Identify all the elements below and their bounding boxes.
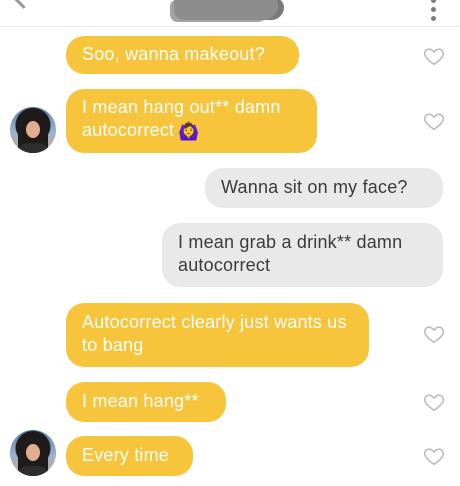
heart-icon[interactable] [423,323,445,345]
message-bubble[interactable]: I mean hang** [66,382,226,422]
message-bubble[interactable]: Every time [66,436,193,476]
message-text: Every time [82,445,170,465]
heart-icon[interactable] [423,445,445,467]
message-bubble[interactable]: Soo, wanna makeout? [66,36,299,74]
more-options-icon[interactable] [431,0,437,21]
heart-icon[interactable] [423,391,445,413]
contact-avatar[interactable] [10,107,56,153]
back-chevron-icon[interactable] [10,0,37,9]
message-text: Wanna sit on my face? [221,177,408,197]
contact-avatar[interactable] [10,430,56,476]
message-bubble[interactable]: I mean grab a drink** damn autocorrect [162,223,443,287]
message-bubble[interactable]: Autocorrect clearly just wants us to ban… [66,303,369,367]
message-text: I mean grab a drink** damn autocorrect [178,232,403,275]
redacted-contact-name [174,0,278,20]
message-text: Soo, wanna makeout? [82,44,265,64]
message-bubble[interactable]: Wanna sit on my face? [205,168,443,208]
woman-gesturing-ok-emoji: 🙆‍♀️ [178,121,200,141]
heart-icon[interactable] [423,110,445,132]
chat-header [0,0,460,27]
message-bubble[interactable]: I mean hang out** damn autocorrect 🙆‍♀️ [66,89,317,153]
heart-icon[interactable] [423,45,445,67]
message-text: Autocorrect clearly just wants us to ban… [82,312,347,355]
message-text: I mean hang** [82,391,199,411]
